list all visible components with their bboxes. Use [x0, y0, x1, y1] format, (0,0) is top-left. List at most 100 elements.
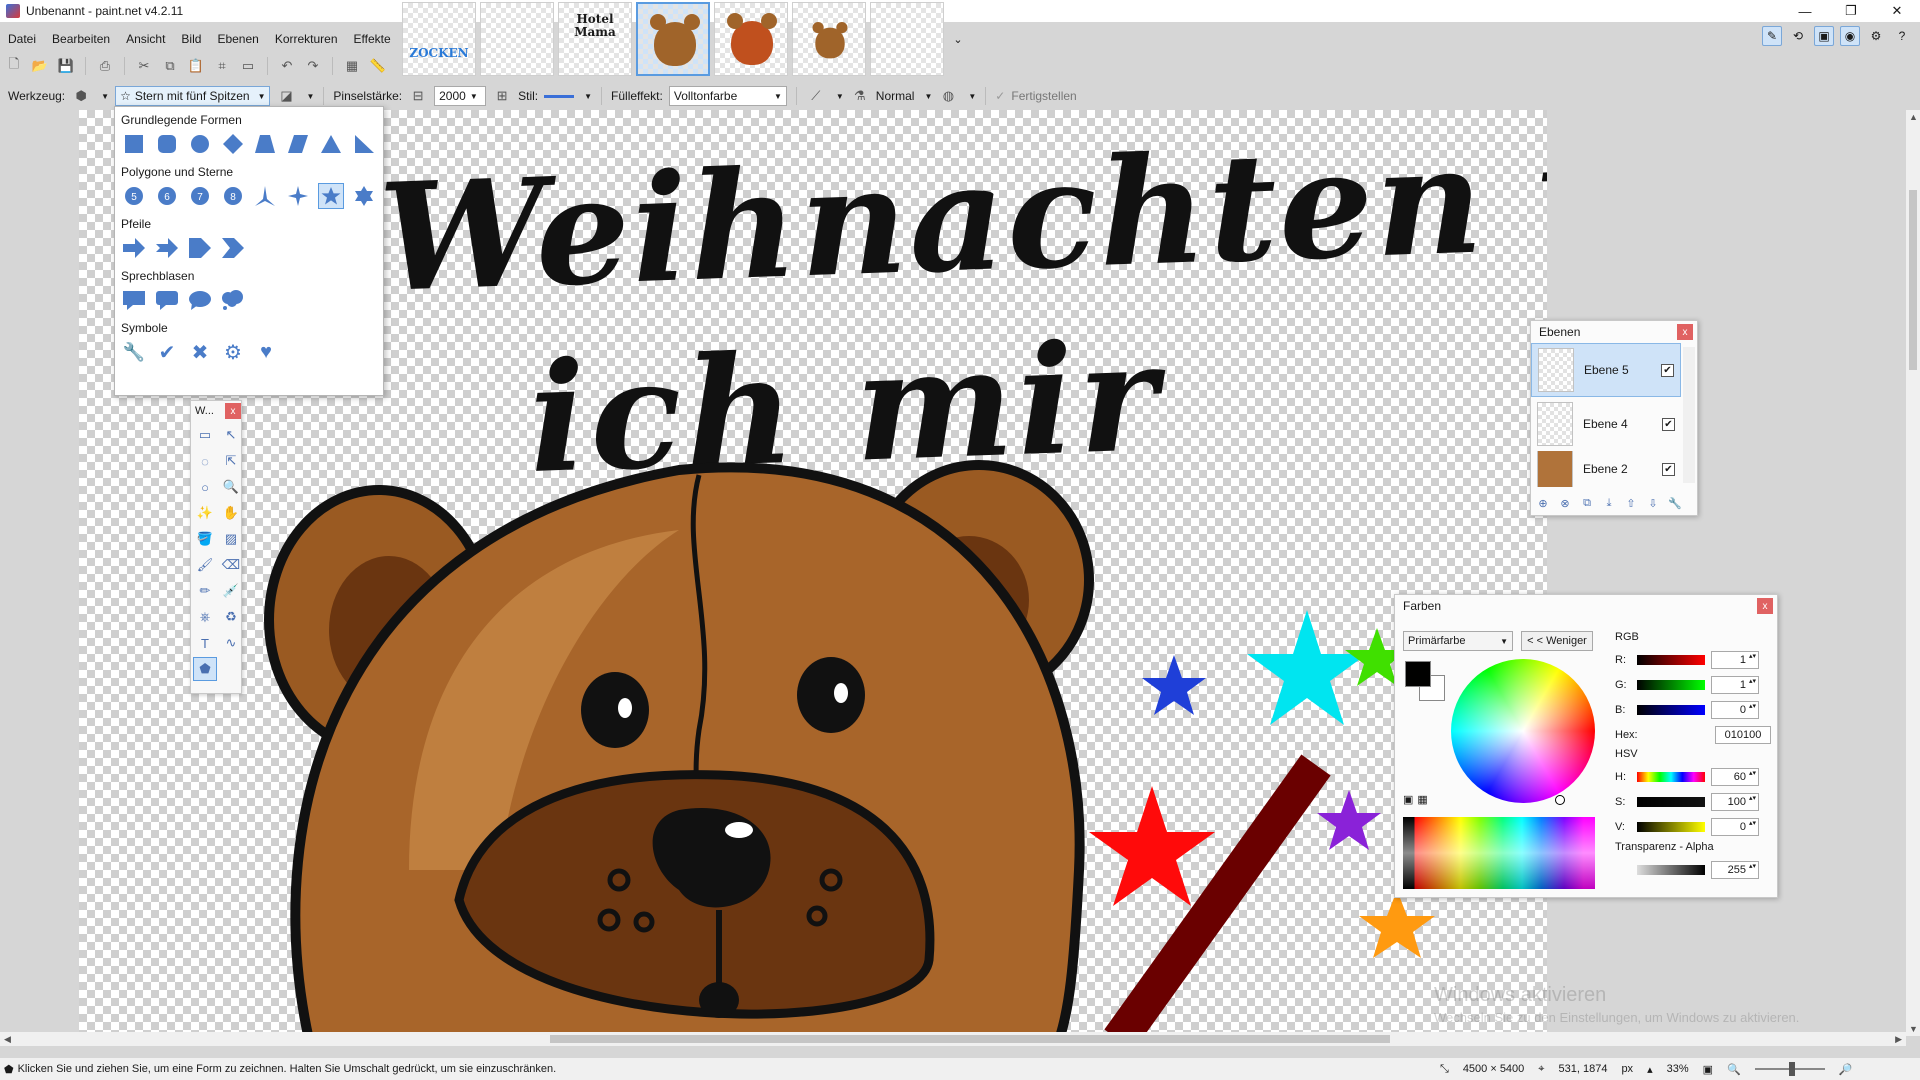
blue-slider[interactable]	[1637, 704, 1705, 715]
palette-menu-icon[interactable]: ▦	[1417, 793, 1427, 806]
zoom-out-icon[interactable]: 🔍	[1727, 1063, 1741, 1076]
arrow-right-icon[interactable]	[121, 235, 147, 261]
heptagon-shape-icon[interactable]: 7	[187, 183, 213, 209]
scroll-right-icon[interactable]: ▶	[1895, 1034, 1902, 1045]
merge-layer-icon[interactable]: ⤓	[1601, 495, 1617, 511]
more-tabs-button[interactable]: ⌄	[948, 33, 968, 46]
clone-stamp-icon[interactable]: ⎈	[193, 605, 217, 629]
checkmark-shape-icon[interactable]: ✔	[154, 339, 180, 365]
image-tab-7[interactable]	[870, 2, 944, 76]
help-icon[interactable]: ?	[1892, 26, 1912, 46]
chevron-down-icon[interactable]: ▼	[836, 92, 844, 101]
image-tab-1[interactable]: ZOCKEN	[402, 2, 476, 76]
zoom-level[interactable]: 33%	[1667, 1063, 1689, 1075]
saturation-value-field[interactable]: 100	[1711, 792, 1759, 811]
pencil-icon[interactable]: ✏	[193, 579, 217, 603]
new-file-icon[interactable]: 🗋	[4, 56, 24, 76]
five-point-star-icon[interactable]	[318, 183, 345, 209]
scroll-up-icon[interactable]: ▲	[1909, 112, 1918, 122]
menu-edit[interactable]: Bearbeiten	[44, 32, 118, 46]
fill-mode-dropdown[interactable]: Volltonfarbe ▼	[668, 86, 787, 106]
finish-button[interactable]: Fertigstellen	[1011, 89, 1076, 103]
rounded-callout-icon[interactable]	[154, 287, 180, 313]
zoom-in-icon[interactable]: 🔎	[1839, 1063, 1853, 1076]
redo-icon[interactable]: ↷	[303, 56, 323, 76]
paint-bucket-icon[interactable]: 🪣	[193, 527, 217, 551]
hue-slider[interactable]	[1637, 771, 1705, 782]
color-wheel[interactable]	[1451, 659, 1595, 803]
chevron-down-icon[interactable]: ▼	[924, 92, 932, 101]
oval-callout-icon[interactable]	[187, 287, 213, 313]
antialias-icon[interactable]: ⟋	[806, 86, 826, 106]
triangle-shape-icon[interactable]	[318, 131, 344, 157]
zoom-icon[interactable]: 🔍	[219, 475, 243, 499]
hue-value-field[interactable]: 60	[1711, 767, 1759, 786]
vertical-scroll-thumb[interactable]	[1909, 190, 1917, 370]
zoom-slider[interactable]	[1754, 1062, 1825, 1076]
green-slider[interactable]	[1637, 679, 1705, 690]
vertical-scrollbar[interactable]: ▲ ▼	[1906, 110, 1920, 1036]
paintbrush-icon[interactable]: 🖌	[193, 553, 217, 577]
move-selected-icon[interactable]: ⇱	[219, 449, 243, 473]
deselect-icon[interactable]: ▭	[238, 56, 258, 76]
layer-visibility-checkbox[interactable]: ✔	[1661, 363, 1674, 377]
duplicate-layer-icon[interactable]: ⧉	[1579, 495, 1595, 511]
octagon-shape-icon[interactable]: 8	[220, 183, 246, 209]
rectangle-shape-icon[interactable]	[121, 131, 147, 157]
value-slider[interactable]	[1637, 821, 1705, 832]
menu-image[interactable]: Bild	[173, 32, 209, 46]
rectangle-callout-icon[interactable]	[121, 287, 147, 313]
undo-icon[interactable]: ↶	[277, 56, 297, 76]
layer-visibility-checkbox[interactable]: ✔	[1662, 417, 1675, 431]
shape-draw-mode-icon[interactable]: ◪	[276, 86, 296, 106]
green-value-field[interactable]: 1	[1711, 675, 1759, 694]
selection-clipping-icon[interactable]: ◍	[938, 86, 958, 106]
red-value-field[interactable]: 1	[1711, 650, 1759, 669]
history-toggle-icon[interactable]: ⟲	[1788, 26, 1808, 46]
save-icon[interactable]: 💾	[56, 56, 76, 76]
lasso-select-icon[interactable]: ◌	[193, 449, 217, 473]
move-selection-icon[interactable]: ↖	[219, 423, 243, 447]
colors-window-header[interactable]: Farben x	[1395, 595, 1777, 617]
cut-icon[interactable]: ✂	[134, 56, 154, 76]
parallelogram-shape-icon[interactable]	[285, 131, 311, 157]
decrease-icon[interactable]: ⊟	[408, 86, 428, 106]
image-tab-4[interactable]	[636, 2, 710, 76]
zoom-dropdown-icon[interactable]: ▴	[1647, 1063, 1653, 1076]
heart-shape-icon[interactable]: ♥	[253, 339, 279, 365]
ellipse-select-icon[interactable]: ○	[193, 475, 217, 499]
cloud-callout-icon[interactable]	[220, 287, 246, 313]
color-palette[interactable]	[1403, 817, 1595, 889]
layer-item[interactable]: Ebene 5 ✔	[1531, 343, 1681, 397]
layer-item[interactable]: Ebene 2 ✔	[1531, 451, 1681, 487]
line-curve-icon[interactable]: ∿	[219, 631, 243, 655]
line-style-preview[interactable]	[544, 94, 575, 98]
gradient-icon[interactable]: ▨	[219, 527, 243, 551]
blend-mode-value[interactable]: Normal	[876, 89, 915, 103]
layers-toggle-icon[interactable]: ▣	[1814, 26, 1834, 46]
six-point-star-icon[interactable]	[351, 183, 377, 209]
blend-mode-icon[interactable]: ⚗	[850, 86, 870, 106]
restore-button[interactable]: ❐	[1828, 0, 1874, 22]
layer-item[interactable]: Ebene 4 ✔	[1531, 397, 1681, 451]
right-triangle-shape-icon[interactable]	[351, 131, 377, 157]
recolor-icon[interactable]: ♻	[219, 605, 243, 629]
tools-toggle-icon[interactable]: ✎	[1762, 26, 1782, 46]
delete-layer-icon[interactable]: ⊗	[1557, 495, 1573, 511]
alpha-slider[interactable]	[1637, 864, 1705, 875]
trapezoid-shape-icon[interactable]	[253, 131, 279, 157]
chevron-arrow-icon[interactable]	[220, 235, 246, 261]
red-slider[interactable]	[1637, 654, 1705, 665]
shape-type-dropdown[interactable]: ☆ Stern mit fünf Spitzen ▼	[115, 86, 271, 106]
notched-arrow-icon[interactable]	[154, 235, 180, 261]
close-icon[interactable]: x	[225, 403, 241, 419]
image-tab-5[interactable]	[714, 2, 788, 76]
chevron-down-icon[interactable]: ▼	[968, 92, 976, 101]
image-tab-2[interactable]	[480, 2, 554, 76]
cross-shape-icon[interactable]: ✖	[187, 339, 213, 365]
hexagon-shape-icon[interactable]: 6	[154, 183, 180, 209]
menu-file[interactable]: Datei	[0, 32, 44, 46]
alpha-value-field[interactable]: 255	[1711, 860, 1759, 879]
menu-layers[interactable]: Ebenen	[209, 32, 266, 46]
scroll-down-icon[interactable]: ▼	[1909, 1024, 1918, 1034]
